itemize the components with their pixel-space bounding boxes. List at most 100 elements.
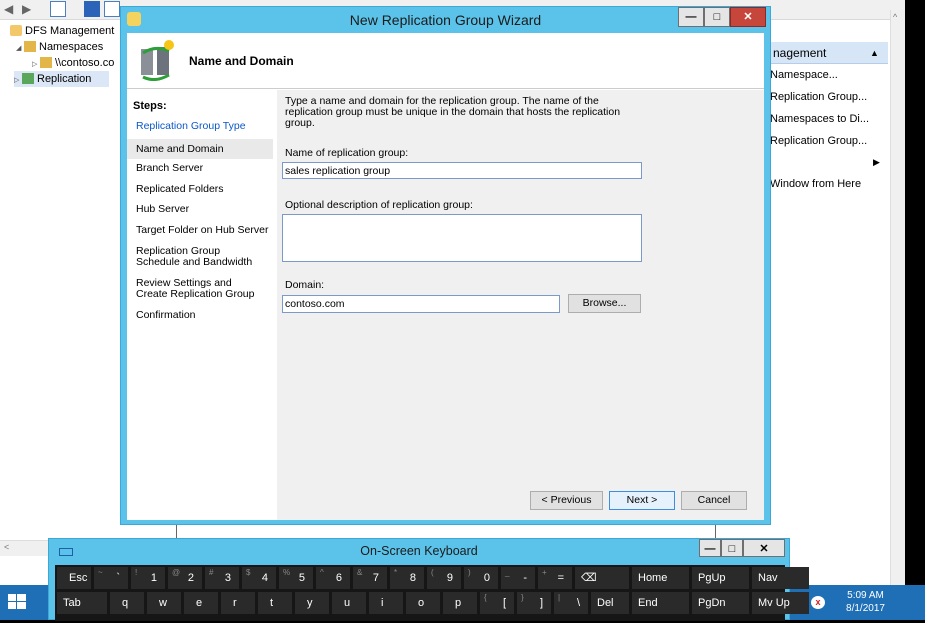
osk-key[interactable]: $4 [242, 567, 276, 589]
browse-button[interactable]: Browse... [568, 294, 641, 313]
osk-key[interactable]: ^ 6 [316, 567, 350, 589]
osk-key[interactable]: Del [591, 592, 629, 614]
wizard-page-title: Name and Domain [189, 54, 294, 68]
properties-icon[interactable] [84, 1, 100, 17]
osk-key-label: Nav [758, 572, 778, 584]
step-review-settings: Review Settings and Create Replication G… [136, 277, 255, 300]
osk-key[interactable]: Home [632, 567, 689, 589]
osk-key[interactable]: }] [517, 592, 551, 614]
osk-key-shift-label: ! [135, 568, 138, 577]
osk-key[interactable]: | \ [554, 592, 588, 614]
osk-key[interactable]: t [258, 592, 292, 614]
osk-key-shift-label: | [558, 593, 561, 602]
osk-key-label: w [159, 597, 167, 609]
osk-key-label: y [307, 597, 313, 609]
osk-key[interactable]: % 5 [279, 567, 313, 589]
next-button[interactable]: Next > [609, 491, 675, 510]
start-button[interactable] [0, 585, 40, 620]
osk-key[interactable]: @2 [168, 567, 202, 589]
osk-key-label: ` [116, 572, 120, 584]
close-button[interactable]: ✕ [730, 7, 766, 27]
osk-close-button[interactable]: ✕ [743, 539, 785, 557]
collapse-icon[interactable]: ▲ [870, 42, 879, 64]
actions-section-header[interactable]: nagement ▲ [770, 42, 888, 64]
osk-key[interactable]: _ - [501, 567, 535, 589]
steps-label: Steps: [133, 100, 167, 112]
steps-pane: Steps: Replication Group Type Name and D… [127, 90, 277, 520]
namespace-icon [40, 57, 52, 68]
osk-key-shift-label: ^ [320, 568, 324, 577]
osk-key[interactable]: ) 0 [464, 567, 498, 589]
osk-key[interactable]: u [332, 592, 366, 614]
osk-key[interactable]: e [184, 592, 218, 614]
osk-key-shift-label: $ [246, 568, 251, 577]
new-replication-group-wizard: New Replication Group Wizard — □ ✕ Name … [120, 6, 771, 525]
osk-key[interactable]: PgUp [692, 567, 749, 589]
osk-key[interactable]: (9 [427, 567, 461, 589]
vertical-scrollbar[interactable]: ^ [890, 10, 905, 585]
previous-button[interactable]: < Previous [530, 491, 603, 510]
action-new-window[interactable]: Window from Here [770, 175, 861, 193]
osk-key[interactable]: Mv Up [752, 592, 809, 614]
osk-key-label: Esc [69, 572, 88, 584]
osk-key[interactable]: * 8 [390, 567, 424, 589]
minimize-button[interactable]: — [678, 7, 704, 27]
tree-item-replication[interactable]: ▷ Replication [14, 71, 110, 89]
osk-key-label: 2 [187, 572, 194, 584]
osk-key[interactable]: {[ [480, 592, 514, 614]
expand-arrow-icon[interactable]: ▷ [14, 73, 22, 89]
osk-key-label: Del [597, 597, 614, 609]
volume-muted-icon[interactable]: x [811, 596, 825, 609]
osk-key[interactable]: ! 1 [131, 567, 165, 589]
osk-key[interactable]: ⌫ [575, 567, 629, 589]
show-tree-icon[interactable] [50, 1, 66, 17]
scroll-left-icon[interactable]: < [4, 542, 9, 552]
osk-minimize-button[interactable]: — [699, 539, 721, 557]
action-new-replication-group[interactable]: Replication Group... [770, 88, 867, 106]
osk-key[interactable]: Nav [752, 567, 809, 589]
osk-key[interactable]: y [295, 592, 329, 614]
clock[interactable]: 5:09 AM 8/1/2017 [838, 589, 893, 615]
action-add-namespaces-to-display[interactable]: Namespaces to Di... [770, 110, 869, 128]
osk-key[interactable]: #3 [205, 567, 239, 589]
scroll-up-icon[interactable]: ^ [893, 12, 897, 22]
osk-key[interactable]: Tab [57, 592, 107, 614]
description-textarea[interactable] [282, 214, 642, 262]
maximize-button[interactable]: □ [704, 7, 730, 27]
osk-key[interactable]: Esc [57, 567, 91, 589]
osk-key[interactable]: w [147, 592, 181, 614]
tree-item-namespaces[interactable]: ◢ Namespaces [16, 39, 103, 55]
osk-key[interactable]: o [406, 592, 440, 614]
osk-key[interactable]: + = [538, 567, 572, 589]
dfs-icon [10, 25, 22, 36]
tree-item-contoso-namespace[interactable]: ▷ \\contoso.co [32, 55, 114, 71]
back-icon[interactable]: ◀ [4, 2, 18, 16]
osk-key-shift-label: % [283, 568, 291, 577]
osk-key[interactable]: p [443, 592, 477, 614]
osk-key[interactable]: PgDn [692, 592, 749, 614]
tree-item-dfs-management[interactable]: DFS Management [10, 23, 114, 39]
expand-arrow-icon[interactable]: ◢ [16, 41, 24, 57]
osk-key[interactable]: r [221, 592, 255, 614]
osk-key-label: \ [576, 597, 580, 609]
osk-key[interactable]: ~ ` [94, 567, 128, 589]
domain-label: Domain: [285, 279, 325, 291]
action-new-namespace[interactable]: Namespace... [770, 66, 838, 84]
osk-key[interactable]: End [632, 592, 689, 614]
osk-key[interactable]: q [110, 592, 144, 614]
replication-group-name-input[interactable] [282, 162, 642, 179]
domain-input[interactable] [282, 295, 560, 313]
submenu-arrow-icon[interactable]: ▶ [873, 153, 880, 171]
osk-title: On-Screen Keyboard [360, 544, 478, 558]
osk-maximize-button[interactable]: □ [721, 539, 743, 557]
forward-icon[interactable]: ▶ [22, 2, 36, 16]
osk-key-label: Tab [63, 597, 81, 609]
step-replication-group-type[interactable]: Replication Group Type [127, 121, 273, 132]
help-icon[interactable] [104, 1, 120, 17]
osk-key[interactable]: i [369, 592, 403, 614]
cancel-button[interactable]: Cancel [681, 491, 747, 510]
osk-key-label: 8 [409, 572, 416, 584]
osk-key[interactable]: & 7 [353, 567, 387, 589]
action-add-replication-group[interactable]: Replication Group... [770, 132, 867, 150]
osk-key-label: 9 [446, 572, 453, 584]
